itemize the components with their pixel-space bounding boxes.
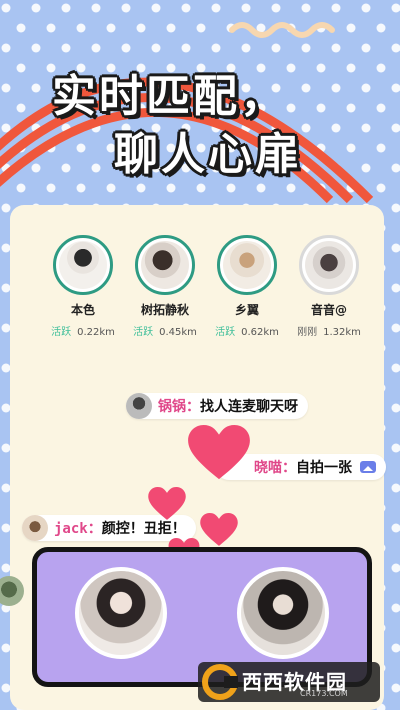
avatar[interactable] <box>217 235 277 295</box>
user-name: 乡翼 <box>234 303 259 317</box>
chat-sender: jack： <box>54 521 102 537</box>
user-card-1[interactable]: 本色 活跃 0.22km <box>38 235 128 338</box>
headline-line-2: 聊人心扉 <box>114 129 302 180</box>
avatar <box>126 393 152 419</box>
chat-message: 颜控！丑拒！ <box>101 521 186 537</box>
user-name: 本色 <box>70 303 95 317</box>
heart-icon <box>200 513 238 546</box>
heart-icon <box>148 487 186 520</box>
chat-message: 找人连麦聊天呀 <box>200 399 298 415</box>
avatar[interactable] <box>299 235 359 295</box>
user-stat: 刚刚 1.32km <box>284 323 374 338</box>
user-status: 刚刚 <box>297 327 318 338</box>
user-name: 树拓静秋 <box>140 303 189 317</box>
headline-line-1: 实时匹配， <box>52 71 287 122</box>
chat-sender: 晓喵： <box>254 460 296 476</box>
user-status: 活跃 <box>51 327 72 338</box>
chat-sender: 锅锅： <box>158 399 200 415</box>
user-status: 活跃 <box>133 327 154 338</box>
user-stat: 活跃 0.22km <box>38 323 128 338</box>
user-name: 音音@ <box>310 303 347 317</box>
user-distance: 1.32km <box>323 327 361 338</box>
user-stat: 活跃 0.62km <box>202 323 292 338</box>
avatar[interactable] <box>135 235 195 295</box>
user-status: 活跃 <box>215 327 236 338</box>
avatar[interactable] <box>53 235 113 295</box>
chat-bubble-1[interactable]: 锅锅： 找人连麦聊天呀 <box>126 393 308 419</box>
watermark: 西西软件园 CR173.COM <box>198 660 380 704</box>
user-card-3[interactable]: 乡翼 活跃 0.62km <box>202 235 292 338</box>
heart-icon <box>188 425 250 480</box>
user-distance: 0.62km <box>241 327 279 338</box>
user-card-4[interactable]: 音音@ 刚刚 1.32km <box>284 235 374 338</box>
watermark-domain: CR173.COM <box>300 689 348 698</box>
avatar <box>22 515 48 541</box>
photo-icon <box>360 461 376 473</box>
headline-area: 实时匹配， 聊人心扉 <box>0 0 400 204</box>
match-avatar-left[interactable] <box>75 567 167 659</box>
match-avatar-right[interactable] <box>237 567 329 659</box>
user-card-2[interactable]: 树拓静秋 活跃 0.45km <box>120 235 210 338</box>
chat-message: 自拍一张 <box>296 460 352 476</box>
user-distance: 0.45km <box>159 327 197 338</box>
user-stat: 活跃 0.45km <box>120 323 210 338</box>
user-distance: 0.22km <box>77 327 115 338</box>
